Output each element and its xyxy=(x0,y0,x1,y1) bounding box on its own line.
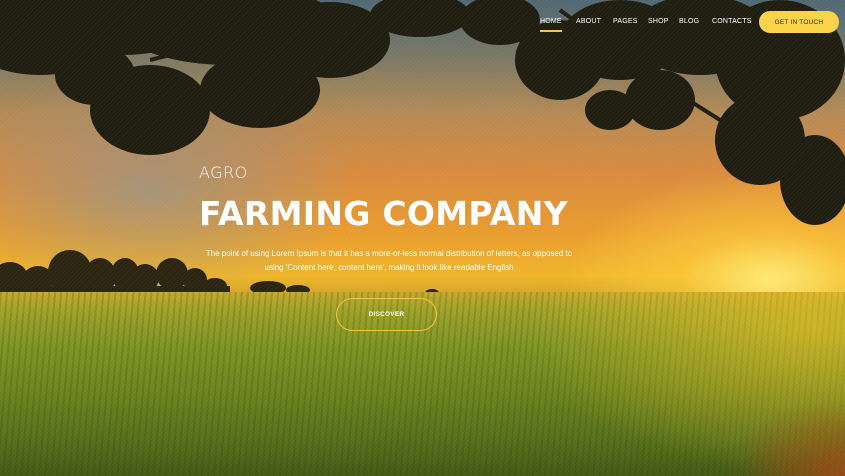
discover-button[interactable]: DISCOVER xyxy=(336,298,437,331)
hero-description: The point of using Lorem Ipsum is that i… xyxy=(205,249,573,272)
nav-item-label: ABOUT xyxy=(576,18,602,25)
nav-item-pages[interactable]: PAGES xyxy=(613,18,638,25)
nav-item-label: BLOG xyxy=(679,18,700,25)
texture-overlay xyxy=(0,0,845,476)
nav-item-label: PAGES xyxy=(613,18,638,25)
get-in-touch-button[interactable]: GET IN TOUCH xyxy=(759,11,839,33)
nav-item-label: SHOP xyxy=(648,18,669,25)
nav-item-contacts[interactable]: CONTACTS xyxy=(712,18,752,25)
hero-background xyxy=(0,0,845,476)
nav-item-home[interactable]: HOME xyxy=(540,18,562,32)
nav-item-shop[interactable]: SHOP xyxy=(648,18,669,25)
hero-title: FARMING COMPANY xyxy=(199,194,568,233)
nav-item-label: CONTACTS xyxy=(712,18,752,25)
nav-item-blog[interactable]: BLOG xyxy=(679,18,699,25)
nav-item-about[interactable]: ABOUT xyxy=(576,18,601,25)
hero-kicker: AGRO xyxy=(199,163,248,182)
nav-active-underline xyxy=(540,30,562,32)
nav-item-label: HOME xyxy=(540,18,562,25)
